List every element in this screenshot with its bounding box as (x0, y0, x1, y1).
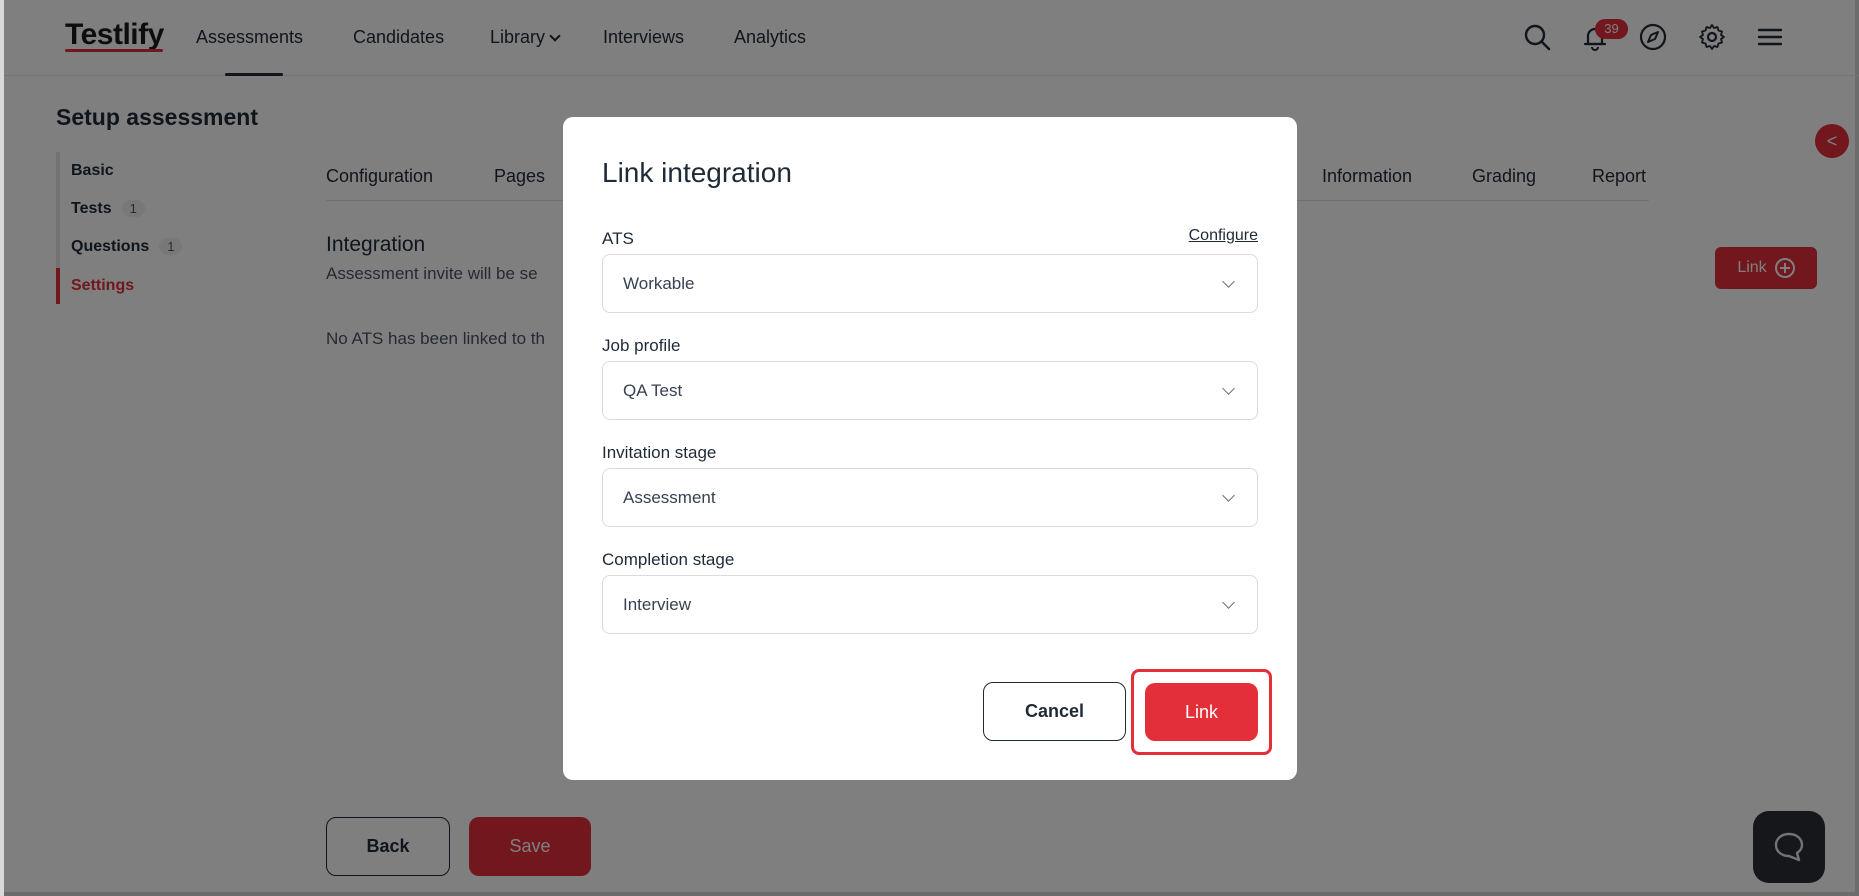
modal-title: Link integration (602, 157, 792, 188)
completion-stage-select[interactable]: Interview (602, 575, 1258, 634)
invitation-stage-label: Invitation stage (602, 443, 717, 462)
ats-label: ATS (602, 229, 634, 248)
chevron-down-icon (1222, 382, 1235, 395)
ats-select[interactable]: Workable (602, 254, 1258, 313)
chevron-down-icon (1222, 489, 1235, 502)
link-button[interactable]: Link (1145, 683, 1258, 741)
completion-stage-label: Completion stage (602, 550, 735, 569)
link-integration-modal: Link integration ATS Configure Workable … (563, 117, 1297, 780)
job-profile-label: Job profile (602, 336, 681, 355)
chevron-down-icon (1222, 275, 1235, 288)
job-profile-select-value: QA Test (623, 381, 683, 400)
job-profile-select[interactable]: QA Test (602, 361, 1258, 420)
app-frame: Testlify Assessments Candidates Library … (0, 0, 1859, 896)
ats-select-value: Workable (623, 274, 695, 293)
configure-link[interactable]: Configure (1189, 227, 1258, 245)
invitation-stage-select[interactable]: Assessment (602, 468, 1258, 527)
chevron-down-icon (1222, 596, 1235, 609)
invitation-stage-select-value: Assessment (623, 488, 716, 507)
completion-stage-select-value: Interview (623, 595, 692, 614)
cancel-button[interactable]: Cancel (983, 682, 1126, 741)
